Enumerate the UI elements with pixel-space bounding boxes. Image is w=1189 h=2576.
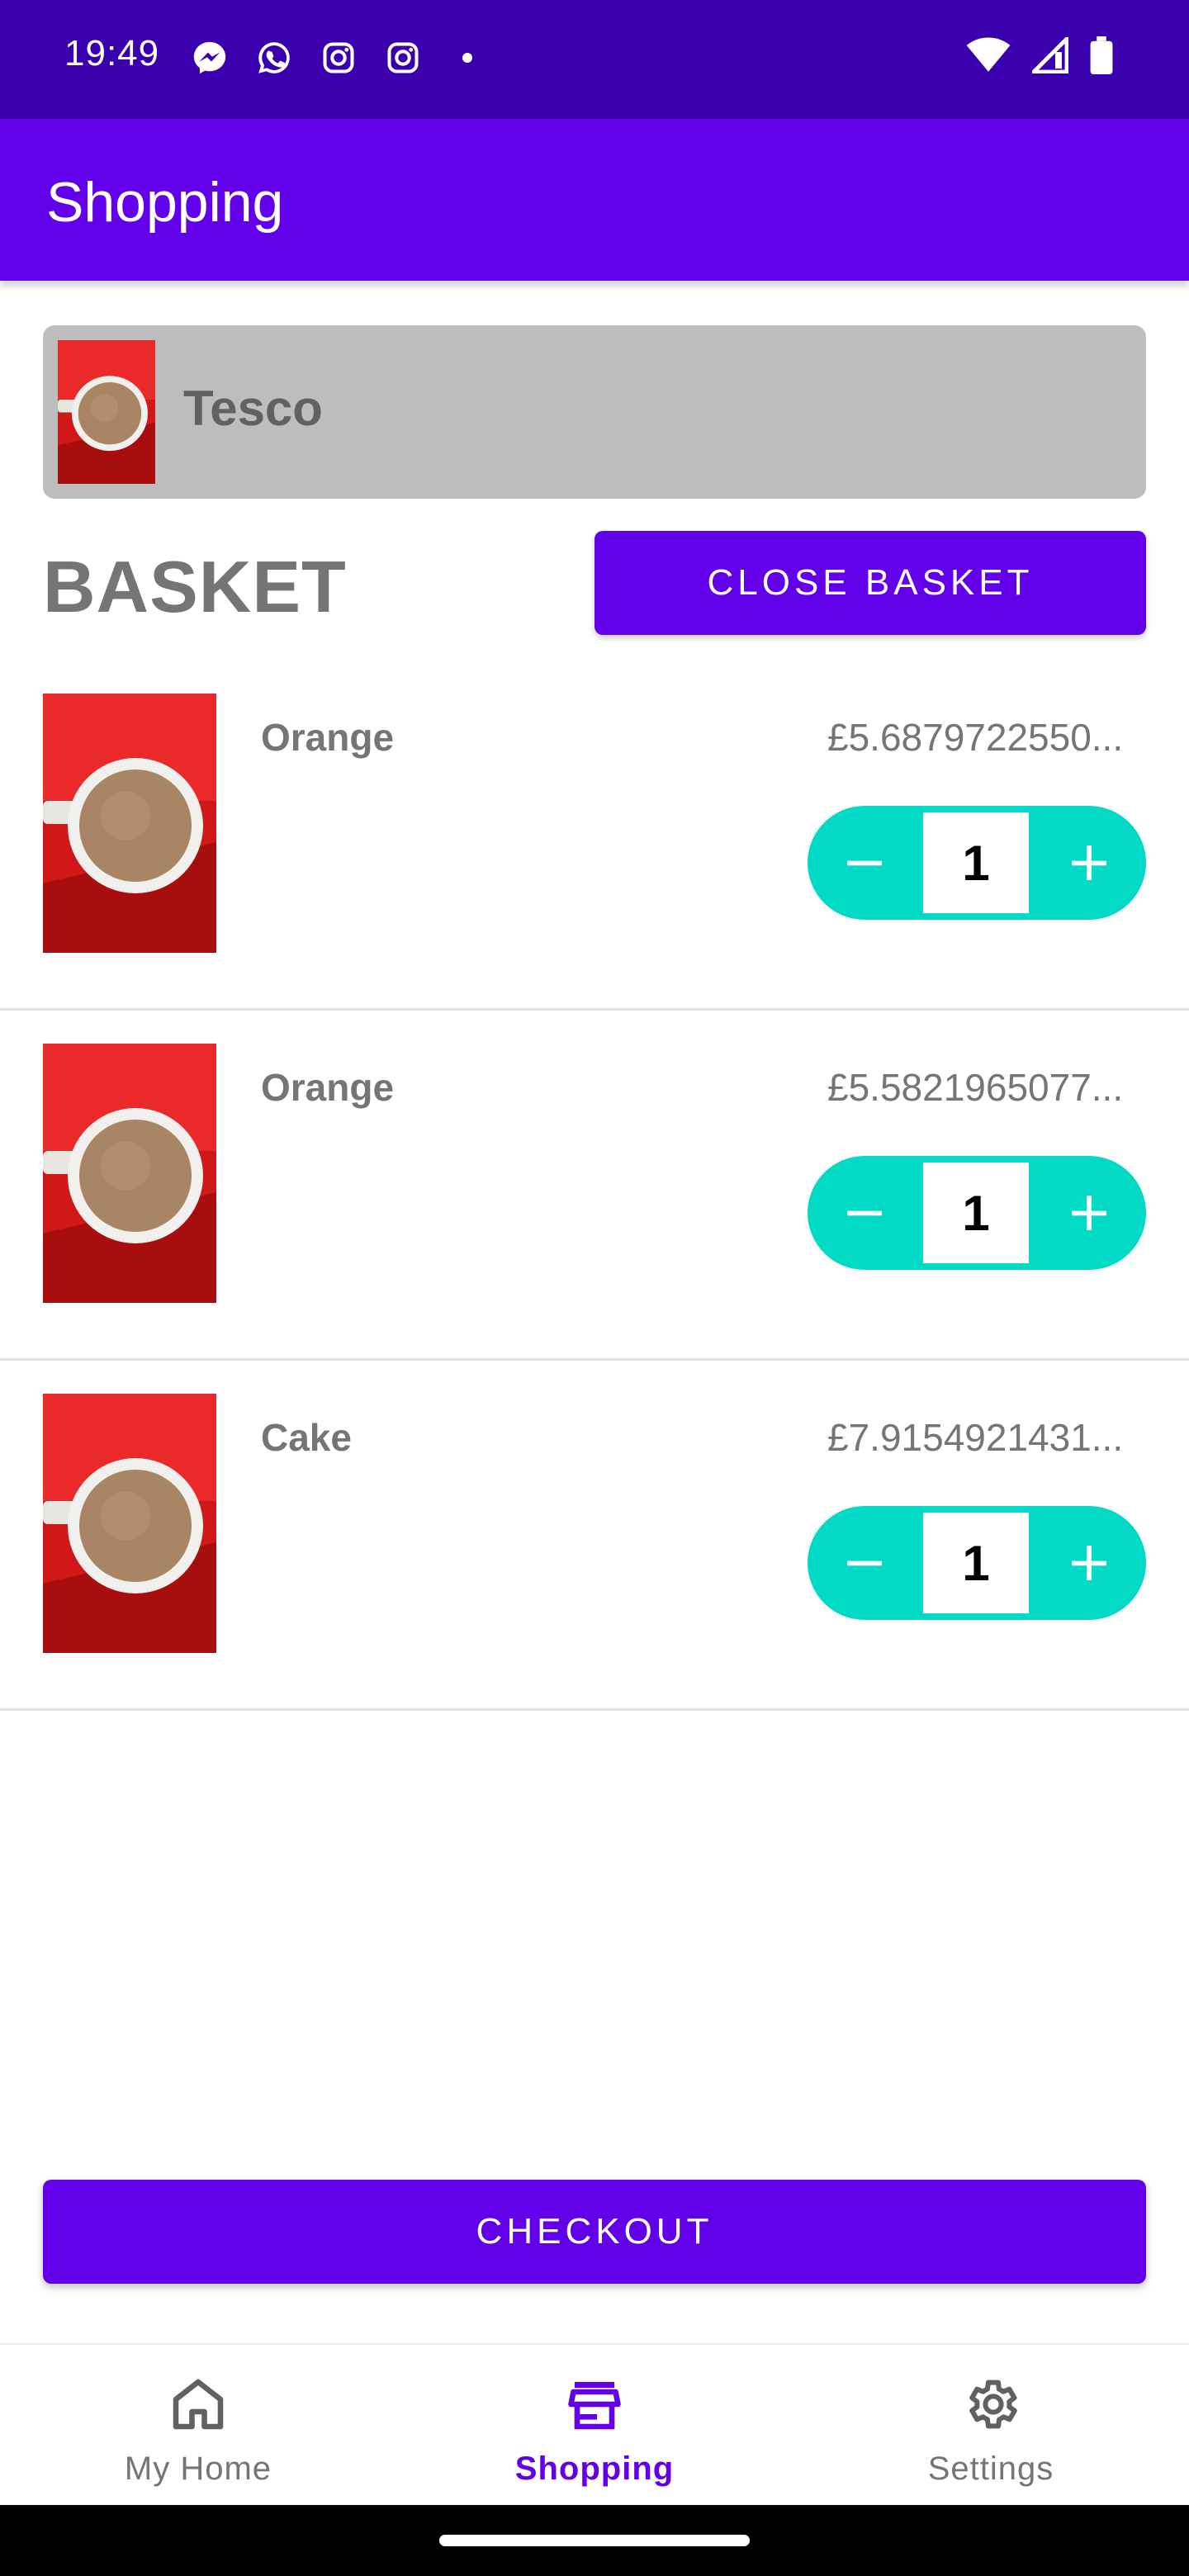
instagram-icon [319, 38, 358, 78]
minus-icon [847, 1210, 882, 1216]
basket-title: BASKET [43, 546, 347, 627]
nav-label: My Home [124, 2451, 272, 2487]
nav-item-shopping[interactable]: Shopping [396, 2345, 793, 2507]
plus-icon [1072, 1546, 1106, 1580]
plus-icon [1072, 1196, 1106, 1230]
home-icon [173, 2379, 224, 2430]
plus-icon [1072, 845, 1106, 880]
store-selector[interactable]: Tesco [43, 325, 1146, 499]
minus-icon [847, 860, 882, 866]
store-thumbnail [58, 340, 155, 484]
basket-item: Cake £7.9154921431... 1 [0, 1361, 1189, 1711]
system-navigation-bar [0, 2505, 1189, 2576]
signal-icon [1029, 34, 1069, 78]
quantity-value: 1 [923, 1163, 1029, 1263]
whatsapp-icon [254, 38, 294, 78]
bottom-navigation: My Home Shopping Settings [0, 2343, 1189, 2505]
basket-item: Orange £5.6879722550... 1 [0, 661, 1189, 1011]
increase-button[interactable] [1035, 1156, 1143, 1270]
battery-icon [1090, 36, 1113, 78]
dot-icon [448, 38, 487, 78]
page-title: Shopping [46, 171, 284, 234]
quantity-stepper: 1 [808, 1506, 1146, 1620]
close-basket-button[interactable]: CLOSE BASKET [594, 531, 1146, 635]
increase-button[interactable] [1035, 806, 1143, 920]
nav-item-my-home[interactable]: My Home [0, 2345, 396, 2507]
status-bar: 19:49 [0, 0, 1189, 119]
quantity-stepper: 1 [808, 1156, 1146, 1270]
messenger-icon [190, 38, 230, 78]
decrease-button[interactable] [811, 1156, 918, 1270]
nav-label: Shopping [514, 2451, 675, 2487]
increase-button[interactable] [1035, 1506, 1143, 1620]
quantity-stepper: 1 [808, 806, 1146, 920]
instagram-icon [383, 38, 423, 78]
item-image [43, 1394, 216, 1653]
basket-item: Orange £5.5821965077... 1 [0, 1011, 1189, 1361]
store-icon [568, 2382, 621, 2430]
decrease-button[interactable] [811, 1506, 918, 1620]
item-price: £5.5821965077... [827, 1066, 1124, 1109]
notification-icons [190, 38, 487, 78]
quantity-value: 1 [923, 812, 1029, 913]
store-name: Tesco [183, 381, 323, 436]
quantity-value: 1 [923, 1513, 1029, 1613]
home-gesture-handle[interactable] [439, 2535, 750, 2546]
nav-item-settings[interactable]: Settings [793, 2345, 1189, 2507]
item-name: Cake [261, 1416, 352, 1459]
item-image [43, 1044, 216, 1303]
item-image [43, 694, 216, 953]
item-name: Orange [261, 1066, 395, 1109]
app-bar: Shopping [0, 119, 1189, 281]
wifi-icon [966, 37, 1011, 78]
status-time: 19:49 [64, 33, 160, 73]
item-name: Orange [261, 716, 395, 759]
item-price: £7.9154921431... [827, 1416, 1124, 1459]
system-icons [966, 34, 1113, 78]
item-price: £5.6879722550... [827, 716, 1124, 759]
nav-label: Settings [927, 2451, 1054, 2487]
decrease-button[interactable] [811, 806, 918, 920]
gear-icon [969, 2379, 1017, 2429]
checkout-button[interactable]: CHECKOUT [43, 2180, 1146, 2284]
minus-icon [847, 1560, 882, 1566]
